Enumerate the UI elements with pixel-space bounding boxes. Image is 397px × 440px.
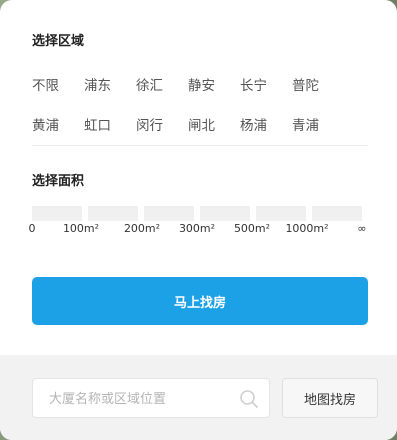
area-range-segment[interactable] (32, 206, 82, 221)
filter-panel: 选择区域 不限 浦东 徐汇 静安 长宁 普陀 黄浦 虹口 闵行 闸北 杨浦 青浦 选择面积 0 100m… (0, 0, 397, 440)
region-option[interactable]: 青浦 (292, 114, 344, 134)
region-option[interactable]: 黄浦 (32, 114, 84, 134)
region-option[interactable]: 杨浦 (240, 114, 292, 134)
region-title: 选择区域 (32, 34, 85, 49)
region-option[interactable]: 普陀 (292, 74, 344, 94)
region-option[interactable]: 长宁 (240, 74, 292, 94)
area-tick-label: 200m² (123, 222, 161, 235)
region-option[interactable]: 虹口 (84, 114, 136, 134)
area-range-segment[interactable] (144, 206, 194, 221)
area-range-segment[interactable] (312, 206, 362, 221)
search-input[interactable] (33, 379, 251, 419)
area-tick-label: ∞ (357, 222, 367, 235)
region-row: 不限 浦东 徐汇 静安 长宁 普陀 (32, 64, 362, 104)
area-tick-label: 0 (28, 222, 36, 235)
divider (32, 145, 368, 146)
region-option[interactable]: 不限 (32, 74, 84, 94)
region-grid: 不限 浦东 徐汇 静安 长宁 普陀 黄浦 虹口 闵行 闸北 杨浦 青浦 (32, 64, 362, 144)
search-icon[interactable] (239, 389, 259, 409)
search-box (32, 378, 270, 419)
area-tick-labels: 0 100m² 200m² 300m² 500m² 1000m² ∞ (0, 222, 397, 240)
region-option[interactable]: 浦东 (84, 74, 136, 94)
area-range-segment[interactable] (200, 206, 250, 221)
region-option[interactable]: 闵行 (136, 114, 188, 134)
region-row: 黄浦 虹口 闵行 闸北 杨浦 青浦 (32, 104, 362, 144)
footer-bar: 地图找房 (0, 355, 397, 440)
area-range-segment[interactable] (256, 206, 306, 221)
find-now-button[interactable]: 马上找房 (32, 277, 368, 325)
area-title: 选择面积 (32, 174, 85, 189)
region-option[interactable]: 徐汇 (136, 74, 188, 94)
area-tick-label: 1000m² (285, 222, 329, 235)
area-range-segment[interactable] (88, 206, 138, 221)
area-tick-label: 300m² (178, 222, 216, 235)
area-range-selector (32, 206, 362, 221)
map-search-button[interactable]: 地图找房 (282, 378, 378, 418)
area-tick-label: 100m² (62, 222, 100, 235)
area-tick-label: 500m² (233, 222, 271, 235)
region-option[interactable]: 静安 (188, 74, 240, 94)
region-option[interactable]: 闸北 (188, 114, 240, 134)
